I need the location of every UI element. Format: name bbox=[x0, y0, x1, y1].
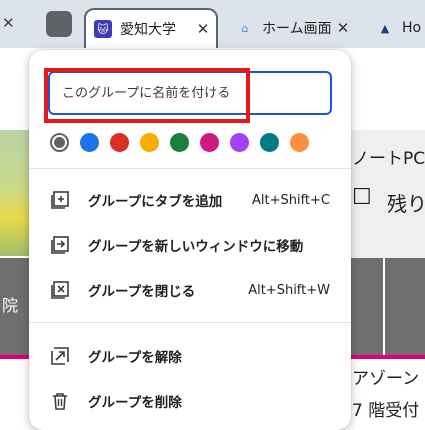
tab-group-chip[interactable] bbox=[46, 11, 72, 37]
menu-shortcut: Alt+Shift+W bbox=[248, 282, 330, 298]
divider bbox=[383, 258, 385, 355]
menu-shortcut: Alt+Shift+C bbox=[251, 192, 330, 208]
ungroup-item[interactable]: グループを解除 bbox=[29, 334, 351, 378]
separator bbox=[29, 322, 351, 323]
band-text: 院 bbox=[2, 296, 19, 315]
tab-home[interactable]: ⌂ ホーム画面 ✕ bbox=[228, 8, 356, 48]
trash-icon bbox=[53, 393, 67, 410]
tab-strip: ✕ 🐱 愛知大学 ✕ ⌂ ホーム画面 ✕ ▲ Ho bbox=[0, 0, 425, 48]
menu-label: グループを新しいウィンドウに移動 bbox=[88, 239, 304, 255]
flower-photo bbox=[0, 130, 30, 256]
remaining-text: 残り bbox=[387, 192, 425, 216]
group-name-input[interactable] bbox=[48, 71, 332, 115]
menu-label: グループを削除 bbox=[88, 395, 182, 411]
person-icon: ☐ bbox=[352, 185, 372, 210]
tab-label: Ho bbox=[402, 20, 422, 36]
color-green[interactable] bbox=[170, 133, 189, 152]
right-grey-panel bbox=[349, 258, 425, 355]
tab-close-icon[interactable]: ✕ bbox=[194, 20, 212, 38]
ungroup-icon bbox=[51, 347, 69, 365]
color-blue[interactable] bbox=[80, 133, 99, 152]
menu-label: グループを閉じる bbox=[88, 284, 196, 300]
neko-icon: 🐱 bbox=[94, 20, 112, 38]
menu-label: グループにタブを追加 bbox=[88, 194, 223, 210]
add-tab-to-group-item[interactable]: グループにタブを追加 Alt+Shift+C bbox=[29, 178, 351, 222]
dark-band: 院 bbox=[0, 258, 30, 356]
close-group-icon bbox=[51, 281, 69, 299]
separator bbox=[29, 168, 351, 169]
move-to-new-window-item[interactable]: グループを新しいウィンドウに移動 bbox=[29, 223, 351, 267]
triangle-logo-icon: ▲ bbox=[380, 21, 390, 35]
floor-text: 7 階受付 bbox=[352, 401, 420, 421]
tab-ho[interactable]: ▲ Ho bbox=[370, 8, 425, 48]
tab-label: ホーム画面 bbox=[262, 21, 332, 37]
color-yellow[interactable] bbox=[140, 133, 159, 152]
color-cyan[interactable] bbox=[260, 133, 279, 152]
menu-label: グループを解除 bbox=[88, 350, 182, 366]
add-tab-icon bbox=[51, 191, 69, 209]
color-purple[interactable] bbox=[230, 133, 249, 152]
tab-close-icon[interactable]: ✕ bbox=[334, 19, 352, 37]
delete-group-item[interactable]: グループを削除 bbox=[29, 379, 351, 423]
close-group-item[interactable]: グループを閉じる Alt+Shift+W bbox=[29, 268, 351, 312]
color-grey[interactable] bbox=[50, 133, 69, 152]
zone-text: アゾーン bbox=[352, 369, 420, 389]
color-red[interactable] bbox=[110, 133, 129, 152]
right-title: ノートPC bbox=[352, 149, 425, 169]
tab-group-editor: グループにタブを追加 Alt+Shift+C グループを新しいウィンドウに移動 … bbox=[29, 50, 351, 430]
color-pink[interactable] bbox=[200, 133, 219, 152]
close-icon[interactable]: ✕ bbox=[2, 14, 15, 32]
house-icon: ⌂ bbox=[241, 21, 249, 35]
tab-label: 愛知大学 bbox=[120, 22, 176, 38]
tab-active[interactable]: 🐱 愛知大学 ✕ bbox=[84, 8, 218, 48]
color-orange[interactable] bbox=[290, 133, 309, 152]
move-window-icon bbox=[51, 236, 69, 254]
color-picker bbox=[50, 133, 309, 152]
